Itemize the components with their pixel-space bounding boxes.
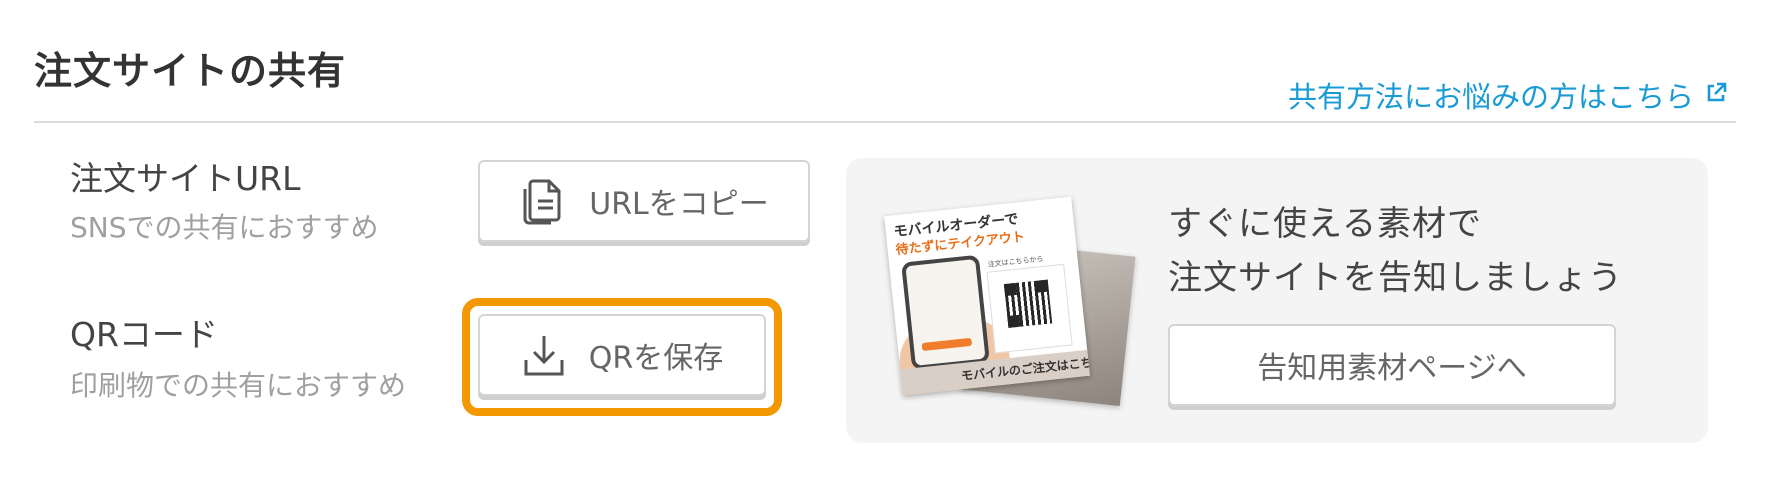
external-link-icon <box>1704 78 1728 112</box>
download-icon <box>521 332 567 378</box>
thumbnail-phone <box>901 254 990 371</box>
url-row-subtext: SNSでの共有におすすめ <box>70 211 379 244</box>
promo-materials-button[interactable]: 告知用素材ページへ <box>1168 324 1616 406</box>
save-qr-button[interactable]: QRを保存 <box>478 314 766 396</box>
qr-row-label: QRコード <box>70 315 218 354</box>
url-row-label: 注文サイトURL <box>70 159 301 198</box>
save-qr-button-label: QRを保存 <box>588 341 724 376</box>
promo-text-line2: 注文サイトを告知しましょう <box>1168 258 1623 298</box>
section-title: 注文サイトの共有 <box>34 49 347 93</box>
copy-url-button-label: URLをコピー <box>589 187 769 222</box>
copy-url-button[interactable]: URLをコピー <box>478 160 810 242</box>
promo-materials-button-label: 告知用素材ページへ <box>1257 351 1527 386</box>
copy-document-icon <box>519 175 567 227</box>
section-divider <box>34 121 1736 123</box>
thumbnail-qr-code <box>1003 279 1053 328</box>
qr-row-subtext: 印刷物での共有におすすめ <box>70 369 407 402</box>
help-link[interactable]: 共有方法にお悩みの方はこちら <box>1288 74 1728 116</box>
promo-thumbnail: モバイルオーダーで 待たずにテイクアウト 注文はこちらから モバイルのご注文はこ… <box>884 196 1090 396</box>
promo-text-line1: すぐに使える素材で <box>1168 204 1482 244</box>
help-link-label: 共有方法にお悩みの方はこちら <box>1287 80 1694 114</box>
